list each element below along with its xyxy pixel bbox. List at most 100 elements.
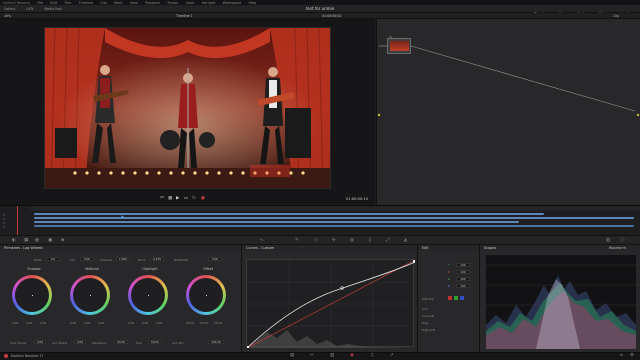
soft-clip-green-swatch[interactable]: [454, 296, 458, 300]
midtone-value-y[interactable]: 0.00: [70, 321, 76, 325]
contrast-field[interactable]: 1.000: [116, 257, 130, 261]
offset-value-r[interactable]: 25.00: [200, 321, 208, 325]
record-icon[interactable]: ●: [201, 196, 205, 202]
tracker-icon[interactable]: ✢: [332, 238, 336, 244]
blur-icon[interactable]: ◍: [350, 238, 354, 244]
lum-boost-field[interactable]: 0.00: [74, 340, 86, 344]
shadow-value-r[interactable]: 0.00: [26, 321, 32, 325]
stage-image: [45, 28, 330, 188]
curves-edit-panel: Edit Y 100 R 100 G 100 B 100 Soft Clip L…: [418, 245, 480, 352]
offset-value-y[interactable]: 25.00: [186, 321, 194, 325]
window-icon[interactable]: ◇: [314, 238, 317, 244]
mid-detail-field[interactable]: 0.00: [208, 257, 222, 261]
curves-graph[interactable]: [246, 259, 416, 349]
motion-effects-icon[interactable]: ◈: [61, 238, 64, 244]
temp-field[interactable]: 0.0: [46, 257, 60, 261]
pivot-field[interactable]: 0.435: [150, 257, 164, 261]
video-frame[interactable]: [44, 27, 331, 189]
channel-r-row: R 100: [422, 270, 478, 277]
highlight-value-r[interactable]: 0.00: [142, 321, 148, 325]
temp-label: Temp: [34, 258, 42, 262]
3d-icon[interactable]: ◭: [404, 238, 407, 244]
midtone-value-g[interactable]: 0.00: [98, 321, 104, 325]
hue-field[interactable]: 50.00: [148, 340, 162, 344]
scopes-header: Scopes Waveform: [480, 245, 640, 251]
home-icon[interactable]: ⌂: [620, 353, 623, 359]
midtone-wheel[interactable]: [70, 275, 110, 315]
channel-y-field[interactable]: 100: [456, 263, 470, 267]
low-soft-label[interactable]: Low Soft: [422, 314, 478, 321]
skip-back-icon[interactable]: ⏮: [160, 196, 164, 202]
lum-mix-field[interactable]: 100.00: [208, 340, 224, 344]
fairlight-page-icon[interactable]: ♫: [370, 353, 374, 359]
pivot-label: Pivot: [138, 258, 145, 262]
tint-label: Tint: [70, 258, 76, 262]
color-boost-label: Color Boost: [10, 341, 27, 345]
playhead[interactable]: [17, 206, 18, 236]
high-label[interactable]: High: [422, 321, 478, 328]
key-icon[interactable]: ⚷: [368, 238, 371, 244]
mini-timeline[interactable]: ➤ VVVV: [0, 205, 640, 236]
timeline-ruler[interactable]: [30, 206, 640, 211]
channel-list: Y 100 R 100 G 100 B 100: [422, 263, 478, 291]
stop-icon[interactable]: ■: [168, 196, 172, 202]
cut-page-icon[interactable]: ✂: [310, 353, 314, 359]
loop-icon[interactable]: ↻: [192, 196, 196, 202]
highlight-wheel[interactable]: [128, 275, 168, 315]
color-wheels-icon[interactable]: ◎: [35, 238, 39, 244]
lum-boost-label: Lum Boost: [52, 341, 67, 345]
color-page-icon[interactable]: ◉: [350, 353, 354, 359]
skip-forward-icon[interactable]: ⏭: [184, 196, 188, 202]
mid-detail-label: Mid/Detail: [174, 258, 189, 262]
midtone-value-r[interactable]: 0.00: [84, 321, 90, 325]
status-bar: DaVinci Resolve 17 ▤ ✂ ▥ ◉ ♫ ➚ ⌂ ⚙: [0, 352, 640, 360]
media-page-icon[interactable]: ▤: [290, 353, 294, 359]
scopes-title: Scopes: [484, 246, 497, 250]
qualifier-icon[interactable]: ✎: [295, 238, 299, 244]
low-label[interactable]: Low: [422, 307, 478, 314]
play-icon[interactable]: ▶: [176, 196, 179, 202]
channel-g-field[interactable]: 100: [456, 277, 470, 281]
lum-mix-label: Lum Mix: [172, 341, 184, 345]
edit-page-icon[interactable]: ▥: [330, 353, 334, 359]
camera-raw-icon[interactable]: ◐: [12, 238, 16, 244]
shadow-value-g[interactable]: 0.00: [40, 321, 46, 325]
highlight-wheel-group: Highlight 0.00 0.00 0.00: [126, 267, 174, 329]
curves-icon[interactable]: ∿: [260, 238, 264, 244]
shadow-wheel[interactable]: [12, 275, 52, 315]
tint-field[interactable]: 0.00: [80, 257, 94, 261]
shadow-values: 0.00 0.00 0.00: [12, 321, 56, 325]
highlight-value-g[interactable]: 0.00: [156, 321, 162, 325]
highlight-value-y[interactable]: 0.00: [128, 321, 134, 325]
scope-mode-dropdown[interactable]: Waveform: [609, 245, 626, 251]
color-boost-field[interactable]: 0.00: [34, 340, 46, 344]
channel-r-field[interactable]: 100: [456, 270, 470, 274]
node-connections: [377, 45, 640, 117]
midtone-values: 0.00 0.00 0.00: [70, 321, 114, 325]
timeline-clip[interactable]: [34, 221, 519, 223]
scopes-panel: Scopes Waveform: [480, 245, 640, 352]
color-tools-bar: ◐ ▦ ◎ ▣ ◈ ∿ ✎ ◇ ✢ ◍ ⚷ ⤢ ◭ ▥ ⓘ: [0, 235, 640, 245]
soft-clip-blue-swatch[interactable]: [460, 296, 464, 300]
scopes-toggle-icon[interactable]: ▥: [606, 238, 610, 244]
channel-g-label: G: [448, 277, 451, 281]
timeline-clip[interactable]: [34, 225, 634, 227]
settings-icon[interactable]: ⚙: [630, 353, 634, 359]
deliver-page-icon[interactable]: ➚: [390, 353, 394, 359]
soft-clip-red-swatch[interactable]: [448, 296, 452, 300]
channel-y-row: Y 100: [422, 263, 478, 270]
info-icon[interactable]: ⓘ: [620, 238, 625, 244]
offset-value-g[interactable]: 25.00: [214, 321, 222, 325]
rgb-mixer-icon[interactable]: ▣: [48, 238, 52, 244]
color-match-icon[interactable]: ▦: [24, 238, 28, 244]
shadow-value-y[interactable]: 0.00: [12, 321, 18, 325]
saturation-field[interactable]: 50.00: [114, 340, 128, 344]
sizing-icon[interactable]: ⤢: [386, 238, 390, 244]
timeline-clip[interactable]: [34, 213, 544, 215]
high-soft-label[interactable]: High Soft: [422, 328, 478, 335]
channel-b-field[interactable]: 100: [456, 284, 470, 288]
node-editor: 01: [376, 19, 640, 205]
offset-wheel[interactable]: [186, 275, 226, 315]
channel-y-label: Y: [448, 263, 450, 267]
hue-label: Hue: [136, 341, 142, 345]
